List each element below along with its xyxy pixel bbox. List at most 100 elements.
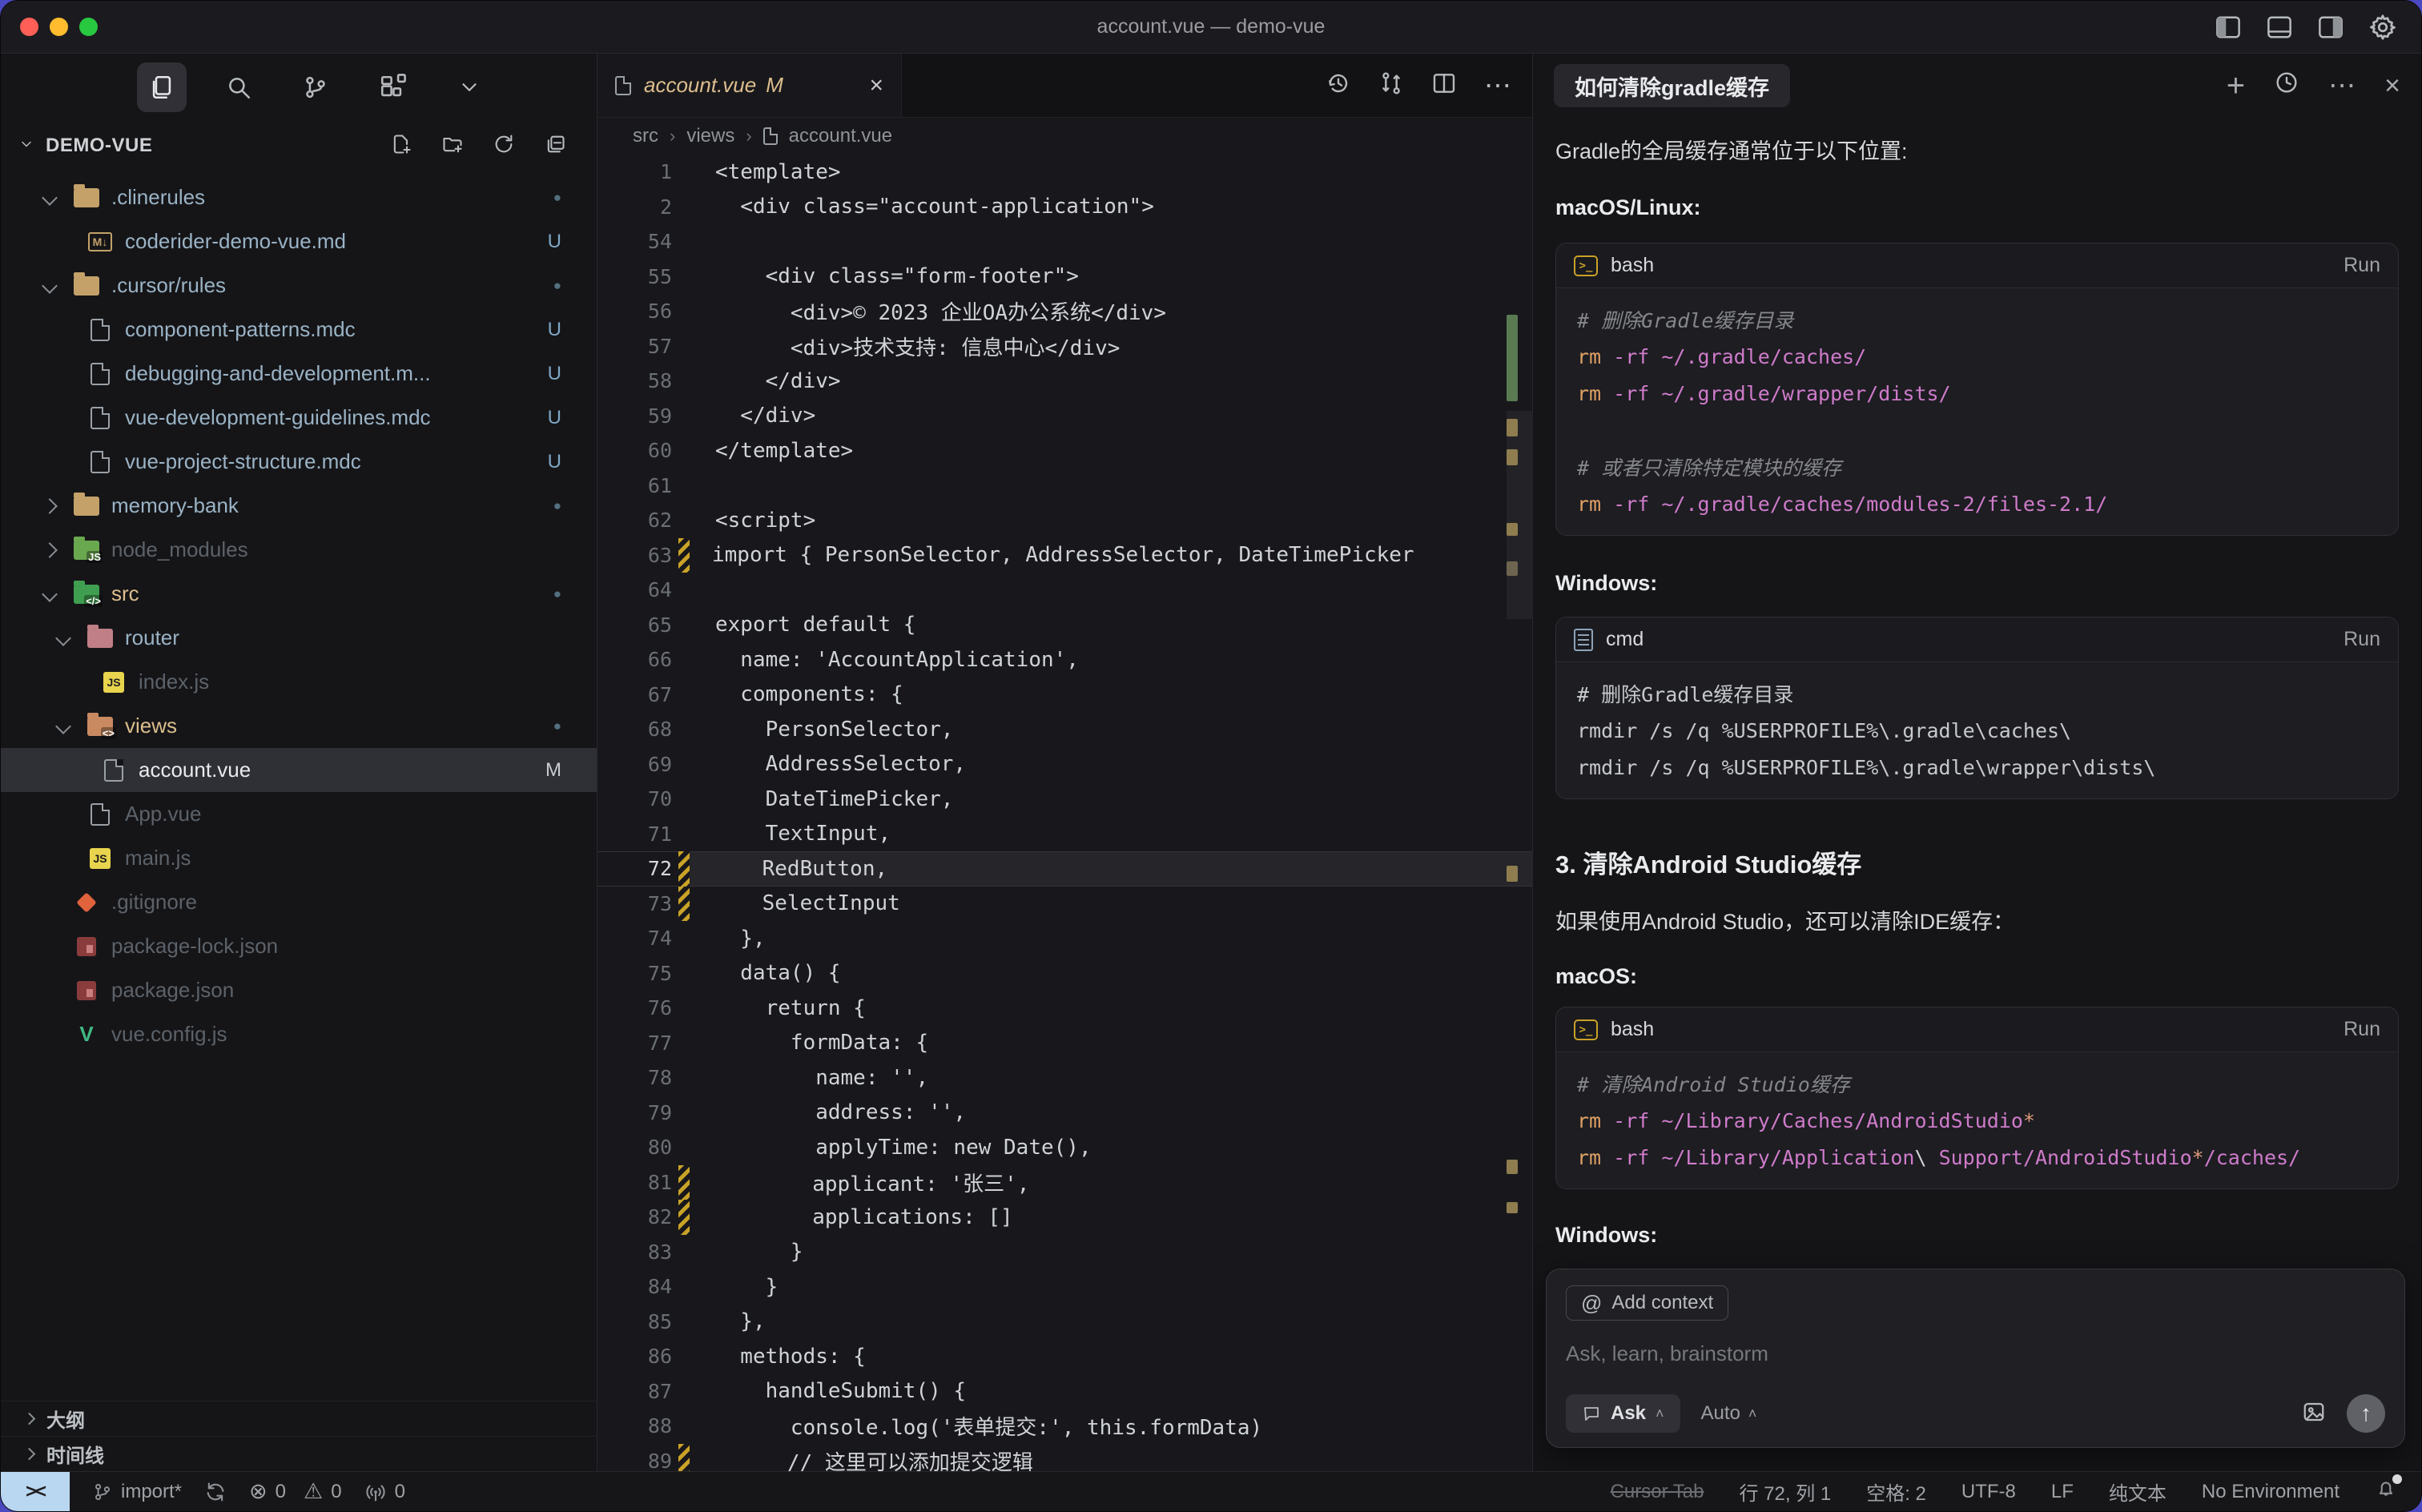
chat-history-icon[interactable]: [2274, 70, 2299, 102]
search-icon[interactable]: [214, 62, 264, 112]
more-views-chevron-icon[interactable]: [445, 62, 494, 112]
code-line: 65export default {: [597, 608, 1532, 643]
tab-account-vue[interactable]: account.vue M ×: [597, 54, 902, 117]
run-button[interactable]: Run: [2344, 628, 2380, 651]
editor-scrollbar[interactable]: [1507, 411, 1532, 619]
tree-item-router[interactable]: router: [1, 616, 597, 660]
tree-item-cursor-rules[interactable]: .cursor/rules●: [1, 263, 597, 308]
run-button[interactable]: Run: [2344, 1018, 2380, 1041]
more-actions-icon[interactable]: ⋯: [1484, 82, 1511, 90]
new-chat-plus-icon[interactable]: +: [2227, 78, 2245, 94]
tree-item-src[interactable]: </>src●: [1, 572, 597, 616]
notifications-bell-icon[interactable]: [2375, 1478, 2397, 1506]
file-icon: [86, 802, 114, 826]
attach-image-icon[interactable]: [2302, 1400, 2326, 1428]
chat-more-icon[interactable]: ⋯: [2328, 81, 2356, 90]
encoding-status[interactable]: UTF-8: [1961, 1481, 2016, 1503]
extensions-icon[interactable]: [368, 62, 417, 112]
close-window-button[interactable]: [20, 18, 38, 36]
split-editor-icon[interactable]: [1431, 70, 1457, 100]
breadcrumb-src[interactable]: src: [633, 125, 658, 147]
timeline-history-icon[interactable]: [1326, 70, 1351, 100]
toggle-left-panel-icon[interactable]: [2215, 15, 2242, 39]
tree-item-node-modules[interactable]: JSnode_modules: [1, 528, 597, 572]
ports-status[interactable]: 0: [364, 1481, 405, 1503]
eol-status[interactable]: LF: [2051, 1481, 2074, 1503]
code-line: 83 }: [597, 1235, 1532, 1270]
cursor-tab-status[interactable]: Cursor Tab: [1611, 1481, 1704, 1503]
minimize-window-button[interactable]: [50, 18, 68, 36]
tree-item-vue-dev-guidelines[interactable]: vue-development-guidelines.mdcU: [1, 396, 597, 440]
toggle-right-panel-icon[interactable]: [2317, 15, 2344, 39]
overview-modified-marker: [1507, 523, 1518, 536]
new-file-icon[interactable]: [390, 133, 412, 159]
remote-indicator[interactable]: ><: [1, 1472, 70, 1511]
tree-item-debugging[interactable]: debugging-and-development.m...U: [1, 352, 597, 396]
chat-tab[interactable]: 如何清除gradle缓存: [1554, 64, 1790, 107]
toggle-bottom-panel-icon[interactable]: [2266, 15, 2293, 39]
sync-status[interactable]: [204, 1481, 227, 1503]
new-folder-icon[interactable]: [441, 133, 464, 159]
indentation-status[interactable]: 空格: 2: [1866, 1478, 1926, 1506]
tree-item-coderider-md[interactable]: M↓coderider-demo-vue.mdU: [1, 219, 597, 263]
outline-section-header[interactable]: 大纲: [1, 1401, 597, 1436]
git-branch-status[interactable]: import*: [92, 1481, 182, 1503]
chat-close-icon[interactable]: ×: [2384, 70, 2400, 102]
explorer-files-icon[interactable]: [137, 62, 187, 112]
code-line: 84 }: [597, 1269, 1532, 1305]
maximize-window-button[interactable]: [79, 18, 98, 36]
model-auto-button[interactable]: Auto ˄: [1701, 1402, 1757, 1425]
tree-item-views[interactable]: <>views●: [1, 704, 597, 748]
code-block-cmd-1: cmd Run # 删除Gradle缓存目录 rmdir /s /q %USER…: [1555, 617, 2399, 799]
tree-item-router-index[interactable]: JSindex.js: [1, 660, 597, 704]
code-line: 75 data() {: [597, 956, 1532, 991]
refresh-icon[interactable]: [493, 133, 515, 159]
source-control-icon[interactable]: [291, 62, 340, 112]
run-button[interactable]: Run: [2344, 254, 2380, 277]
code-line: 77 formData: {: [597, 1026, 1532, 1061]
environment-status[interactable]: No Environment: [2202, 1481, 2340, 1503]
chat-input-box[interactable]: @ Add context Ask, learn, brainstorm Ask…: [1546, 1269, 2405, 1448]
folder-icon: [73, 186, 100, 210]
chat-input-placeholder[interactable]: Ask, learn, brainstorm: [1566, 1341, 2385, 1366]
timeline-section-header[interactable]: 时间线: [1, 1436, 597, 1471]
tree-item-memory-bank[interactable]: memory-bank●: [1, 484, 597, 528]
line-col-status[interactable]: 行 72, 列 1: [1740, 1478, 1832, 1506]
tree-item-main-js[interactable]: JSmain.js: [1, 836, 597, 880]
tree-item-gitignore[interactable]: .gitignore: [1, 880, 597, 924]
tree-item-package-json[interactable]: package.json: [1, 968, 597, 1012]
file-icon: [100, 758, 127, 782]
close-tab-icon[interactable]: ×: [869, 72, 883, 99]
add-context-button[interactable]: @ Add context: [1566, 1285, 1728, 1321]
collapse-all-icon[interactable]: [544, 133, 566, 159]
language-mode-status[interactable]: 纯文本: [2109, 1478, 2167, 1506]
breadcrumb-file[interactable]: account.vue: [789, 125, 892, 147]
code-line: 58 </div>: [597, 364, 1532, 399]
tree-item-app-vue[interactable]: App.vue: [1, 792, 597, 836]
tree-item-component-patterns[interactable]: component-patterns.mdcU: [1, 308, 597, 352]
send-button[interactable]: ↑: [2347, 1394, 2385, 1433]
code-line: 86 methods: {: [597, 1339, 1532, 1374]
chevron-up-icon: ˄: [1656, 1405, 1664, 1422]
open-changes-icon[interactable]: [1378, 70, 1404, 100]
activity-bar: [1, 54, 597, 121]
tree-item-package-lock[interactable]: package-lock.json: [1, 924, 597, 968]
code-line: 88 console.log('表单提交:', this.formData): [597, 1409, 1532, 1444]
markdown-file-icon: M↓: [86, 230, 114, 254]
ask-mode-button[interactable]: Ask ˄: [1566, 1394, 1680, 1433]
problems-status[interactable]: ⊗0 ⚠0: [249, 1479, 342, 1504]
app-window: account.vue — demo-vue DEMO-VUE: [0, 0, 2422, 1512]
tree-item-account-vue[interactable]: account.vueM: [1, 748, 597, 792]
settings-gear-icon[interactable]: [2368, 13, 2397, 42]
traffic-lights: [20, 18, 98, 36]
explorer-collapse-chevron-icon[interactable]: [18, 136, 34, 156]
at-icon: @: [1581, 1291, 1602, 1316]
tree-item-clinerules[interactable]: .clinerules●: [1, 175, 597, 219]
breadcrumb-views[interactable]: views: [686, 125, 734, 147]
overview-added-marker: [1507, 315, 1518, 401]
folder-icon: [73, 274, 100, 298]
tree-item-vue-project-structure[interactable]: vue-project-structure.mdcU: [1, 440, 597, 484]
tree-item-vue-config[interactable]: Vvue.config.js: [1, 1012, 597, 1056]
npm-file-icon: [73, 935, 100, 959]
code-area[interactable]: 1<template> 2 <div class="account-applic…: [597, 155, 1532, 1471]
